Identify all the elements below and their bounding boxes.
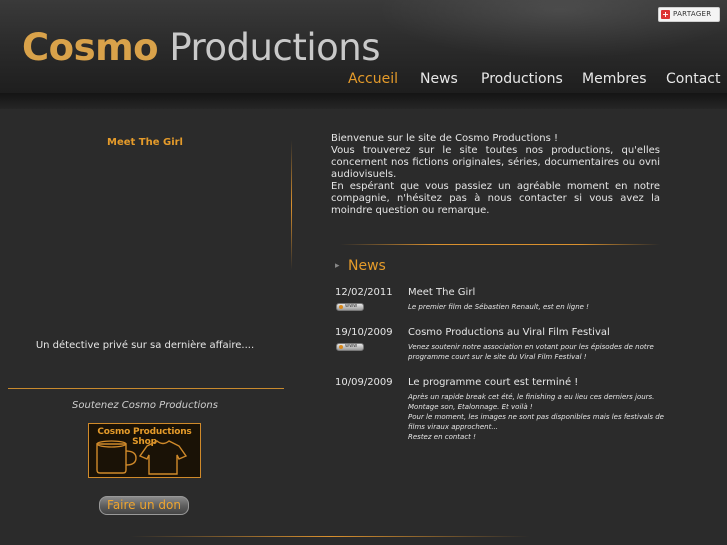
news-headline[interactable]: Meet The Girl — [408, 287, 475, 298]
www-link-button[interactable]: www — [336, 343, 364, 351]
news-description: Après un rapide break cet été, le finish… — [408, 392, 668, 442]
nav-item-news[interactable]: News — [420, 71, 458, 87]
header-shadow-band — [0, 93, 727, 109]
www-label: www — [345, 303, 358, 309]
news-date: 19/10/2009 — [335, 327, 393, 338]
news-description-line: Après un rapide break cet été, le finish… — [408, 393, 655, 401]
sidebar-divider — [8, 388, 284, 389]
plus-icon: + — [661, 10, 670, 19]
intro-text: Bienvenue sur le site de Cosmo Productio… — [331, 133, 660, 217]
news-description-line: Pour le moment, les images ne sont pas d… — [408, 413, 664, 431]
support-heading: Soutenez Cosmo Productions — [72, 400, 218, 411]
news-description-line: Montage son, Etalonnage. Et voilà ! — [408, 403, 533, 411]
nav-item-productions[interactable]: Productions — [481, 71, 563, 87]
site-header: Cosmo Productions + PARTAGER Accueil New… — [0, 0, 727, 93]
news-date: 12/02/2011 — [335, 287, 393, 298]
news-bullet-icon: ▸ — [335, 261, 340, 271]
main-nav: Accueil News Productions Membres Contact — [0, 71, 727, 91]
intro-line: Vous trouverez sur le site toutes nos pr… — [331, 145, 660, 180]
www-label: www — [345, 343, 358, 349]
nav-item-accueil[interactable]: Accueil — [348, 71, 398, 87]
news-section-title: News — [348, 258, 386, 274]
slideshow-caption: Un détective privé sur sa dernière affai… — [35, 340, 255, 351]
news-headline[interactable]: Le programme court est terminé ! — [408, 377, 578, 388]
donate-button[interactable]: Faire un don — [99, 496, 189, 515]
news-date: 10/09/2009 — [335, 377, 393, 388]
bullet-icon — [339, 345, 343, 349]
shop-banner[interactable]: Cosmo Productions Shop — [88, 423, 201, 478]
intro-line: En espérant que vous passiez un agréable… — [331, 181, 660, 216]
nav-item-contact[interactable]: Contact — [666, 71, 720, 87]
share-button[interactable]: + PARTAGER — [658, 7, 720, 22]
news-description: Le premier film de Sébastien Renault, es… — [408, 303, 589, 311]
bullet-icon — [339, 305, 343, 309]
logo-light-text: Productions — [169, 26, 380, 69]
site-logo[interactable]: Cosmo Productions — [22, 26, 380, 69]
news-description: Venez soutenir notre association en vota… — [408, 343, 654, 361]
mug-tshirt-icon — [96, 440, 188, 475]
slideshow-title[interactable]: Meet The Girl — [60, 137, 230, 148]
content-divider — [340, 244, 660, 245]
news-description-line: Restez en contact ! — [408, 433, 476, 441]
nav-item-membres[interactable]: Membres — [582, 71, 647, 87]
column-divider — [291, 140, 292, 270]
logo-bold-text: Cosmo — [22, 26, 159, 69]
www-link-button[interactable]: www — [336, 303, 364, 311]
intro-line: Bienvenue sur le site de Cosmo Productio… — [331, 133, 559, 144]
news-headline[interactable]: Cosmo Productions au Viral Film Festival — [408, 327, 610, 338]
footer-divider — [130, 536, 530, 537]
share-label: PARTAGER — [673, 10, 712, 18]
